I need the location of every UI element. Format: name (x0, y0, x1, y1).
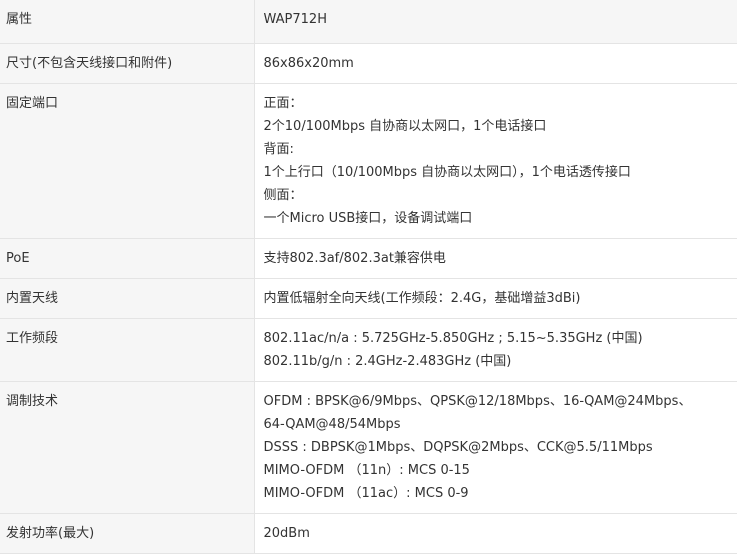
header-value-cell: WAP712H (253, 0, 737, 44)
table-row: 工作频段 802.11ac/n/a : 5.725GHz-5.850GHz ; … (0, 318, 737, 382)
table-row: 内置天线 内置低辐射全向天线(工作频段：2.4G，基础增益3dBi) (0, 278, 737, 319)
row-key-tx-power: 发射功率(最大) (0, 513, 255, 554)
table-row: 调制技术 OFDM : BPSK@6/9Mbps、QPSK@12/18Mbps、… (0, 381, 737, 514)
value-line: 侧面： (263, 188, 303, 203)
value-line: 1个上行口（10/100Mbps 自协商以太网口），1个电话透传接口 (263, 165, 631, 180)
row-value-antenna: 内置低辐射全向天线(工作频段：2.4G，基础增益3dBi) (253, 278, 737, 319)
row-value-frequency: 802.11ac/n/a : 5.725GHz-5.850GHz ; 5.15~… (253, 318, 737, 382)
table-row: PoE 支持802.3af/802.3at兼容供电 (0, 238, 737, 279)
row-key-dimensions: 尺寸(不包含天线接口和附件) (0, 43, 255, 84)
row-value-fixed-ports: 正面： 2个10/100Mbps 自协商以太网口，1个电话接口 背面: 1个上行… (253, 83, 737, 239)
value-line: 正面： (263, 96, 303, 111)
row-key-antenna: 内置天线 (0, 278, 255, 319)
row-value-tx-power: 20dBm (253, 513, 737, 554)
value-line: 802.11b/g/n : 2.4GHz-2.483GHz (中国) (263, 354, 512, 369)
value-line: 支持802.3af/802.3at兼容供电 (263, 251, 446, 266)
value-line: 86x86x20mm (263, 56, 354, 71)
header-key-cell: 属性 (0, 0, 255, 44)
row-value-dimensions: 86x86x20mm (253, 43, 737, 84)
spec-table: 属性 WAP712H 尺寸(不包含天线接口和附件) 86x86x20mm 固定端… (0, 0, 737, 554)
value-line: OFDM : BPSK@6/9Mbps、QPSK@12/18Mbps、16-QA… (263, 394, 692, 409)
value-line: DSSS : DBPSK@1Mbps、DQPSK@2Mbps、CCK@5.5/1… (263, 440, 653, 455)
table-row: 尺寸(不包含天线接口和附件) 86x86x20mm (0, 43, 737, 84)
row-value-modulation: OFDM : BPSK@6/9Mbps、QPSK@12/18Mbps、16-QA… (253, 381, 737, 514)
value-line: 64-QAM@48/54Mbps (263, 417, 401, 432)
value-line: 背面: (263, 142, 294, 157)
value-line: MIMO-OFDM （11ac）: MCS 0-9 (263, 486, 469, 501)
row-key-poe: PoE (0, 238, 255, 279)
value-line: 2个10/100Mbps 自协商以太网口，1个电话接口 (263, 119, 547, 134)
row-key-fixed-ports: 固定端口 (0, 83, 255, 239)
value-line: 一个Micro USB接口，设备调试端口 (263, 211, 473, 226)
value-line: 内置低辐射全向天线(工作频段：2.4G，基础增益3dBi) (263, 291, 581, 306)
value-line: 802.11ac/n/a : 5.725GHz-5.850GHz ; 5.15~… (263, 331, 643, 346)
value-line: 20dBm (263, 526, 310, 541)
row-key-frequency: 工作频段 (0, 318, 255, 382)
table-row: 固定端口 正面： 2个10/100Mbps 自协商以太网口，1个电话接口 背面:… (0, 83, 737, 239)
table-row: 发射功率(最大) 20dBm (0, 513, 737, 554)
row-value-poe: 支持802.3af/802.3at兼容供电 (253, 238, 737, 279)
row-key-modulation: 调制技术 (0, 381, 255, 514)
value-line: MIMO-OFDM （11n）: MCS 0-15 (263, 463, 470, 478)
table-header-row: 属性 WAP712H (0, 0, 737, 44)
